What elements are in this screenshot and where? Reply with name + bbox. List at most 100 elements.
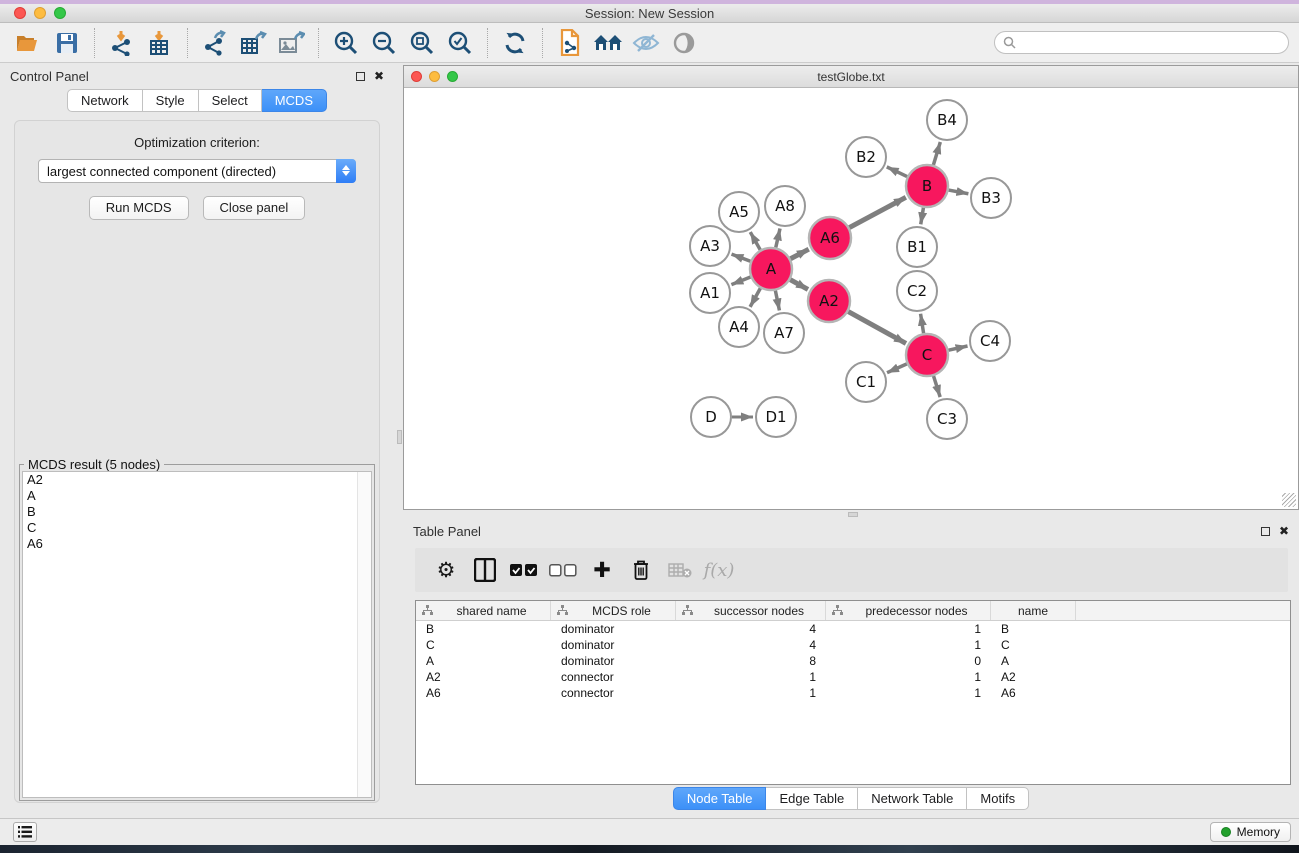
- graph-edge-A6-B[interactable]: [849, 197, 905, 227]
- graph-edge-B-B3[interactable]: [949, 190, 969, 194]
- graph-edge-A-A6[interactable]: [790, 249, 808, 259]
- graph-edge-A-A4[interactable]: [750, 288, 760, 307]
- clone-network-icon[interactable]: [551, 25, 589, 61]
- export-image-icon[interactable]: [272, 25, 310, 61]
- table-cell: A6: [991, 686, 1076, 700]
- deselect-all-checkboxes-icon[interactable]: [548, 555, 578, 585]
- resize-grip-icon[interactable]: [1282, 493, 1296, 507]
- graph-node-label-C: C: [922, 346, 932, 364]
- tab-network[interactable]: Network: [67, 89, 143, 112]
- tab-node-table[interactable]: Node Table: [673, 787, 767, 810]
- graph-edge-A-A5[interactable]: [750, 232, 760, 250]
- zoom-in-icon[interactable]: [327, 25, 365, 61]
- column-label: successor nodes: [693, 604, 825, 618]
- graph-node-label-A1: A1: [700, 284, 720, 302]
- show-columns-icon[interactable]: [470, 555, 500, 585]
- result-list-item[interactable]: B: [23, 504, 371, 520]
- export-network-icon[interactable]: [196, 25, 234, 61]
- graph-edge-A-A8[interactable]: [776, 228, 780, 247]
- run-mcds-button[interactable]: Run MCDS: [89, 196, 189, 220]
- close-panel-button[interactable]: Close panel: [203, 196, 306, 220]
- vertical-splitter-handle[interactable]: [397, 430, 402, 444]
- horizontal-splitter-handle[interactable]: [848, 512, 858, 517]
- graph-edge-C-C3[interactable]: [934, 376, 941, 397]
- column-header-shared-name[interactable]: shared name: [416, 601, 551, 620]
- graph-edge-C-C1[interactable]: [887, 364, 907, 373]
- graph-edge-A-A7[interactable]: [775, 291, 779, 311]
- tab-network-table[interactable]: Network Table: [858, 787, 967, 810]
- zoom-selected-icon[interactable]: [441, 25, 479, 61]
- graph-edge-B-B4[interactable]: [933, 142, 940, 165]
- node-table[interactable]: shared name MCDS role successor nodesprede…: [415, 600, 1291, 785]
- graph-node-label-C3: C3: [937, 410, 957, 428]
- graph-edge-B-B1[interactable]: [921, 208, 924, 225]
- task-history-icon[interactable]: [13, 822, 37, 842]
- result-list-item[interactable]: A: [23, 488, 371, 504]
- mcds-result-list[interactable]: A2ABCA6: [22, 471, 372, 798]
- open-session-icon[interactable]: [10, 25, 48, 61]
- graph-edge-A2-C[interactable]: [848, 312, 906, 344]
- show-graphics-details-icon[interactable]: [665, 25, 703, 61]
- import-table-icon[interactable]: [141, 25, 179, 61]
- tab-select[interactable]: Select: [199, 89, 262, 112]
- zoom-fit-icon[interactable]: [403, 25, 441, 61]
- table-cell: A: [991, 654, 1076, 668]
- result-list-item[interactable]: A6: [23, 536, 371, 552]
- zoom-out-icon[interactable]: [365, 25, 403, 61]
- result-list-scrollbar[interactable]: [357, 472, 371, 797]
- delete-columns-icon[interactable]: [626, 555, 656, 585]
- table-cell: 4: [676, 622, 826, 636]
- column-header-MCDS-role[interactable]: MCDS role: [551, 601, 676, 620]
- import-network-icon[interactable]: [103, 25, 141, 61]
- table-row[interactable]: A2connector11A2: [416, 669, 1290, 685]
- float-panel-icon[interactable]: [356, 72, 365, 81]
- result-list-item[interactable]: C: [23, 520, 371, 536]
- table-row[interactable]: A6connector11A6: [416, 685, 1290, 701]
- search-icon: [1003, 36, 1016, 49]
- table-row[interactable]: Adominator80A: [416, 653, 1290, 669]
- graph-edge-C-C2[interactable]: [921, 314, 924, 334]
- result-list-item[interactable]: A2: [23, 472, 371, 488]
- graph-node-label-C2: C2: [907, 282, 927, 300]
- column-header-name[interactable]: name: [991, 601, 1076, 620]
- table-settings-icon[interactable]: ⚙: [431, 555, 461, 585]
- hide-graphics-details-icon[interactable]: [627, 25, 665, 61]
- select-all-checkboxes-icon[interactable]: [509, 555, 539, 585]
- tab-motifs[interactable]: Motifs: [967, 787, 1029, 810]
- control-panel-tabs: NetworkStyleSelectMCDS: [0, 89, 394, 112]
- column-label: MCDS role: [568, 604, 675, 618]
- save-session-icon[interactable]: [48, 25, 86, 61]
- tab-edge-table[interactable]: Edge Table: [766, 787, 858, 810]
- graph-edge-A-A3[interactable]: [732, 254, 751, 261]
- close-panel-icon[interactable]: ✖: [374, 70, 384, 82]
- table-cell: connector: [551, 670, 676, 684]
- search-input[interactable]: [1016, 34, 1288, 52]
- table-row[interactable]: Bdominator41B: [416, 621, 1290, 637]
- table-cell: B: [991, 622, 1076, 636]
- graph-edge-A-A1[interactable]: [731, 277, 750, 285]
- mcds-result-title: MCDS result (5 nodes): [24, 457, 164, 472]
- graph-edge-B-B2[interactable]: [887, 167, 907, 177]
- tab-style[interactable]: Style: [143, 89, 199, 112]
- table-toolbar: ⚙ ✚ f(x): [415, 548, 1288, 592]
- graph-node-label-A2: A2: [819, 292, 839, 310]
- column-header-successor-nodes[interactable]: successor nodes: [676, 601, 826, 620]
- first-neighbors-icon[interactable]: [589, 25, 627, 61]
- criterion-select[interactable]: largest connected component (directed): [38, 159, 356, 183]
- graph-node-label-B: B: [922, 177, 932, 195]
- graph-node-label-B1: B1: [907, 238, 927, 256]
- close-table-panel-icon[interactable]: ✖: [1279, 525, 1289, 537]
- create-column-icon[interactable]: ✚: [587, 555, 617, 585]
- network-canvas[interactable]: AA1A2A3A4A5A6A7A8BB1B2B3B4CC1C2C3C4DD1: [404, 88, 1298, 509]
- graph-edge-C-C4[interactable]: [948, 346, 967, 350]
- mcds-result-items: A2ABCA6: [23, 472, 371, 552]
- refresh-icon[interactable]: [496, 25, 534, 61]
- float-table-panel-icon[interactable]: [1261, 527, 1270, 536]
- memory-button[interactable]: Memory: [1210, 822, 1291, 842]
- export-table-icon[interactable]: [234, 25, 272, 61]
- toolbar-separator: [318, 28, 319, 58]
- column-header-predecessor-nodes[interactable]: predecessor nodes: [826, 601, 991, 620]
- tab-mcds[interactable]: MCDS: [262, 89, 327, 112]
- graph-edge-A-A2[interactable]: [790, 280, 808, 290]
- table-row[interactable]: Cdominator41C: [416, 637, 1290, 653]
